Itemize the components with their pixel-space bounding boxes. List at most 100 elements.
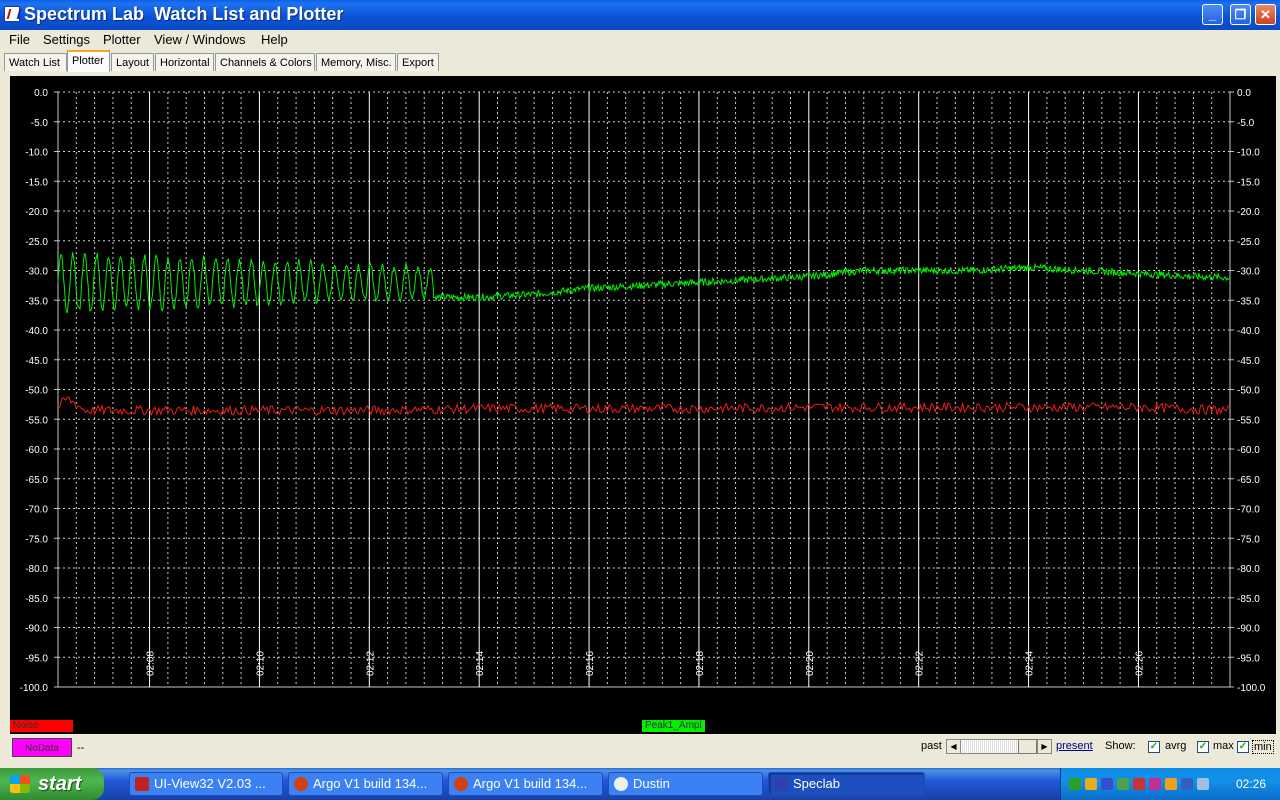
max-label: max: [1213, 740, 1234, 752]
x-tick-label: 02:10: [255, 651, 266, 676]
y-tick-label-right: -40.0: [1237, 326, 1260, 337]
taskbar-item-argo-1[interactable]: Argo V1 build 134...: [288, 772, 443, 796]
avrg-label: avrg: [1165, 740, 1187, 752]
start-label: start: [38, 773, 82, 795]
y-tick-label-right: -35.0: [1237, 296, 1260, 307]
y-tick-label-right: -100.0: [1237, 683, 1266, 694]
y-tick-label-right: -65.0: [1237, 475, 1260, 486]
y-tick-label: -90.0: [25, 624, 48, 635]
title-bar: Spectrum Lab Watch List and Plotter _ ❐ …: [0, 0, 1280, 30]
argo-app-icon: [454, 777, 468, 791]
y-tick-label-right: -15.0: [1237, 177, 1260, 188]
tray-icon[interactable]: [1101, 778, 1113, 790]
taskbar-item-speclab[interactable]: Speclab: [768, 772, 925, 796]
tray-icon[interactable]: [1197, 778, 1209, 790]
x-tick-label: 02:20: [805, 651, 816, 676]
plot-control-row: NoData -- past ◀ ▶ present Show: ✓ avrg …: [0, 734, 1280, 764]
y-tick-label: -95.0: [25, 653, 48, 664]
y-tick-label-right: -90.0: [1237, 624, 1260, 635]
y-tick-label: -65.0: [25, 475, 48, 486]
tray-icon[interactable]: [1069, 778, 1081, 790]
menu-help[interactable]: Help: [261, 32, 288, 47]
minimize-button[interactable]: _: [1202, 4, 1223, 25]
menu-bar: File Settings Plotter View / Windows Hel…: [0, 30, 1280, 50]
tray-icon[interactable]: [1165, 778, 1177, 790]
legend-bar: Noise Peak1_Ampl: [10, 718, 1276, 734]
close-button[interactable]: ✕: [1255, 4, 1276, 25]
y-tick-label-right: -70.0: [1237, 505, 1260, 516]
cursor-readout: --: [77, 742, 85, 754]
ui-view-app-icon: [135, 777, 149, 791]
max-checkbox[interactable]: ✓: [1197, 741, 1209, 753]
y-tick-label: -45.0: [25, 356, 48, 367]
y-tick-label: -25.0: [25, 237, 48, 248]
spectrum-lab-app-icon[interactable]: [4, 6, 20, 22]
past-label: past: [921, 740, 942, 752]
avrg-checkbox[interactable]: ✓: [1148, 741, 1160, 753]
taskbar-item-argo-2[interactable]: Argo V1 build 134...: [448, 772, 603, 796]
tray-icon[interactable]: [1181, 778, 1193, 790]
plot-area[interactable]: 0.0 0.0 -5.0 -5.0 -10.0 -10.0 -15.0 -15.0 -20.0 -…: [10, 76, 1276, 718]
x-tick-label: 02:12: [365, 651, 376, 676]
taskbar-item-label: Speclab: [793, 776, 840, 791]
y-tick-label: -5.0: [31, 118, 49, 129]
y-tick-label-right: -75.0: [1237, 534, 1260, 545]
scroll-left-button[interactable]: ◀: [946, 739, 961, 754]
start-button[interactable]: start: [0, 768, 104, 800]
x-tick-label: 02:22: [915, 651, 926, 676]
min-label: min: [1252, 740, 1274, 754]
time-scroll-thumb[interactable]: [1018, 739, 1037, 754]
y-tick-label: -100.0: [20, 683, 49, 694]
menu-view-windows[interactable]: View / Windows: [154, 32, 246, 47]
y-tick-label: -35.0: [25, 296, 48, 307]
menu-file[interactable]: File: [9, 32, 30, 47]
legend-noise[interactable]: Noise: [10, 720, 73, 732]
taskbar-item-dustin[interactable]: Dustin: [608, 772, 763, 796]
chat-bubble-icon: [614, 777, 628, 791]
tray-icon[interactable]: [1117, 778, 1129, 790]
taskbar-item-label: UI-View32 V2.03 ...: [154, 776, 266, 791]
tab-watch-list[interactable]: Watch List: [4, 53, 67, 71]
scroll-right-button[interactable]: ▶: [1037, 739, 1052, 754]
taskbar-item-label: Dustin: [633, 776, 670, 791]
y-tick-label-right: -30.0: [1237, 267, 1260, 278]
y-tick-label: -15.0: [25, 177, 48, 188]
y-tick-label-right: -80.0: [1237, 564, 1260, 575]
tray-clock[interactable]: 02:26: [1236, 777, 1266, 791]
tray-icon[interactable]: [1133, 778, 1145, 790]
speclab-app-icon: [774, 777, 788, 791]
y-tick-label: -30.0: [25, 267, 48, 278]
y-tick-label: -85.0: [25, 594, 48, 605]
tray-icon[interactable]: [1149, 778, 1161, 790]
tab-horizontal[interactable]: Horizontal: [155, 53, 214, 71]
x-tick-label: 02:14: [475, 651, 486, 676]
tab-memory-misc[interactable]: Memory, Misc.: [316, 53, 396, 71]
tab-layout[interactable]: Layout: [111, 53, 154, 71]
y-tick-label-right: -20.0: [1237, 207, 1260, 218]
y-tick-label: -50.0: [25, 386, 48, 397]
y-tick-label-right: -10.0: [1237, 148, 1260, 159]
y-tick-label: -80.0: [25, 564, 48, 575]
x-tick-label: 02:08: [146, 651, 157, 676]
y-tick-label-right: -60.0: [1237, 445, 1260, 456]
tab-plotter[interactable]: Plotter: [67, 50, 110, 72]
min-checkbox[interactable]: ✓: [1237, 741, 1249, 753]
menu-plotter[interactable]: Plotter: [103, 32, 141, 47]
y-tick-label-right: -85.0: [1237, 594, 1260, 605]
y-tick-label-right: -55.0: [1237, 415, 1260, 426]
windows-logo-icon: [10, 775, 30, 793]
y-tick-label: -70.0: [25, 505, 48, 516]
plot-svg: 0.0 0.0 -5.0 -5.0 -10.0 -10.0 -15.0 -15.0 -20.0 -…: [20, 88, 1266, 694]
menu-settings[interactable]: Settings: [43, 32, 90, 47]
argo-app-icon: [294, 777, 308, 791]
taskbar: start UI-View32 V2.03 ... Argo V1 build …: [0, 768, 1280, 800]
y-tick-label-right: -5.0: [1237, 118, 1255, 129]
present-link[interactable]: present: [1056, 740, 1093, 752]
tab-export[interactable]: Export: [397, 53, 439, 71]
tab-channels-colors[interactable]: Channels & Colors: [215, 53, 315, 71]
tray-icon[interactable]: [1085, 778, 1097, 790]
y-tick-label: -55.0: [25, 415, 48, 426]
maximize-button[interactable]: ❐: [1230, 4, 1251, 25]
legend-peak1-ampl[interactable]: Peak1_Ampl: [642, 720, 705, 732]
taskbar-item-ui-view32[interactable]: UI-View32 V2.03 ...: [129, 772, 283, 796]
